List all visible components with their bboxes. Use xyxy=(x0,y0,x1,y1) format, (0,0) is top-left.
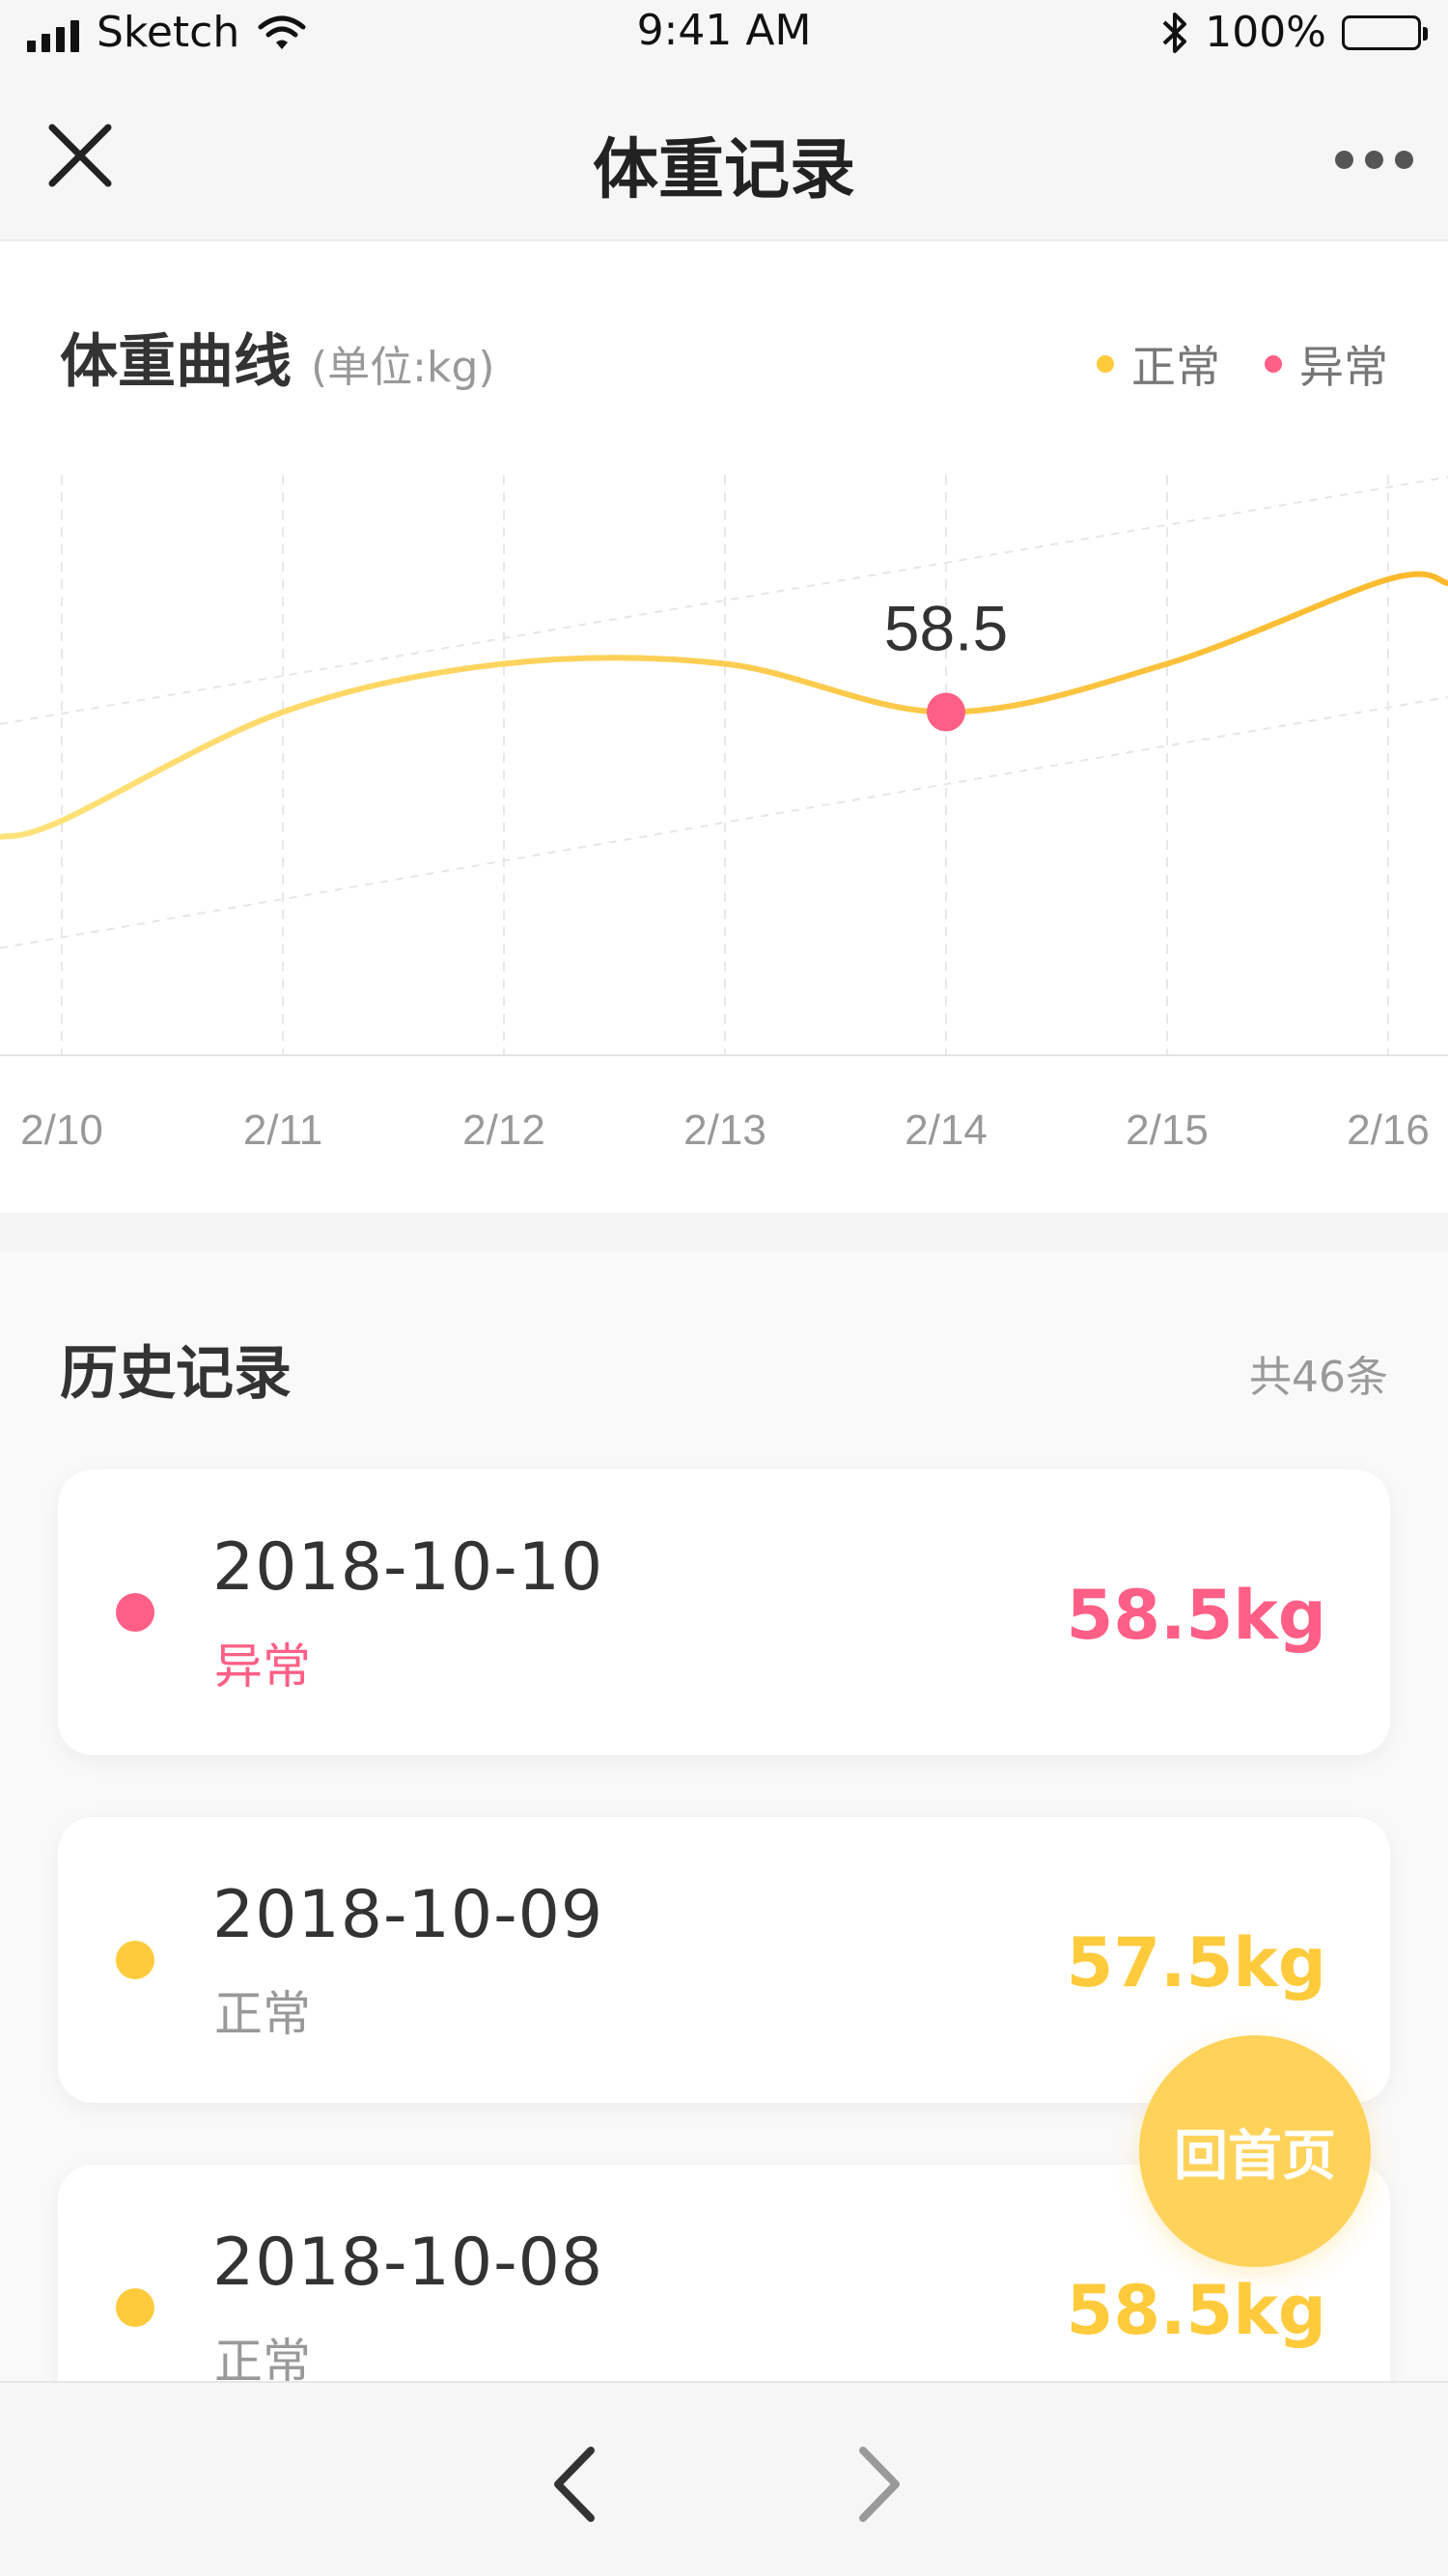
page-title: 体重记录 xyxy=(592,132,855,209)
record-status-dot xyxy=(116,2288,154,2327)
highlight-value-label: 58.5 xyxy=(884,593,1008,664)
weight-chart-card: 体重曲线 (单位:kg) 正常 异常 58.5 2/10 2/11 2/12 2… xyxy=(0,241,1448,1213)
status-right: 100% xyxy=(1160,8,1428,57)
record-date: 2018-10-09 xyxy=(212,1877,604,1953)
record-date: 2018-10-10 xyxy=(212,1529,604,1606)
x-tick-label: 2/12 xyxy=(462,1106,545,1154)
record-weight: 57.5kg xyxy=(1066,1923,1326,2002)
record-status: 正常 xyxy=(214,1986,311,2042)
weight-record-screen: Sketch 9:41 AM 100% 体重记录 体重曲线 (单位:kg) 正常… xyxy=(0,0,1448,2576)
record-date: 2018-10-08 xyxy=(212,2225,604,2301)
x-tick-label: 2/14 xyxy=(905,1106,988,1154)
record-card[interactable]: 2018-10-10 异常 58.5kg xyxy=(58,1470,1390,1755)
chevron-right-icon[interactable] xyxy=(846,2441,913,2528)
x-tick-label: 2/10 xyxy=(20,1106,103,1154)
home-button[interactable]: 回首页 xyxy=(1139,2035,1371,2267)
record-weight: 58.5kg xyxy=(1066,2271,1326,2350)
chevron-left-icon[interactable] xyxy=(541,2441,608,2528)
history-title: 历史记录 xyxy=(60,1340,292,1408)
record-status-dot xyxy=(116,1593,154,1632)
status-bar: Sketch 9:41 AM 100% xyxy=(0,0,1448,68)
x-tick-label: 2/11 xyxy=(243,1106,322,1154)
x-tick-label: 2/16 xyxy=(1347,1106,1430,1154)
record-status-dot xyxy=(116,1941,154,1979)
battery-icon xyxy=(1342,14,1428,50)
battery-percent: 100% xyxy=(1205,8,1326,57)
navigation-bar: 体重记录 xyxy=(0,68,1448,241)
record-weight: 58.5kg xyxy=(1066,1576,1326,1655)
bottom-toolbar xyxy=(0,2381,1448,2576)
x-tick-label: 2/15 xyxy=(1126,1106,1209,1154)
more-icon[interactable] xyxy=(1335,151,1413,169)
weight-line-chart[interactable]: 58.5 2/10 2/11 2/12 2/13 2/14 2/15 2/16 xyxy=(0,241,1448,1213)
highlight-point[interactable] xyxy=(927,692,965,732)
bluetooth-icon xyxy=(1162,12,1187,53)
history-count: 共46条 xyxy=(1249,1353,1388,1402)
record-status: 异常 xyxy=(214,1638,311,1694)
x-tick-label: 2/13 xyxy=(683,1106,766,1154)
